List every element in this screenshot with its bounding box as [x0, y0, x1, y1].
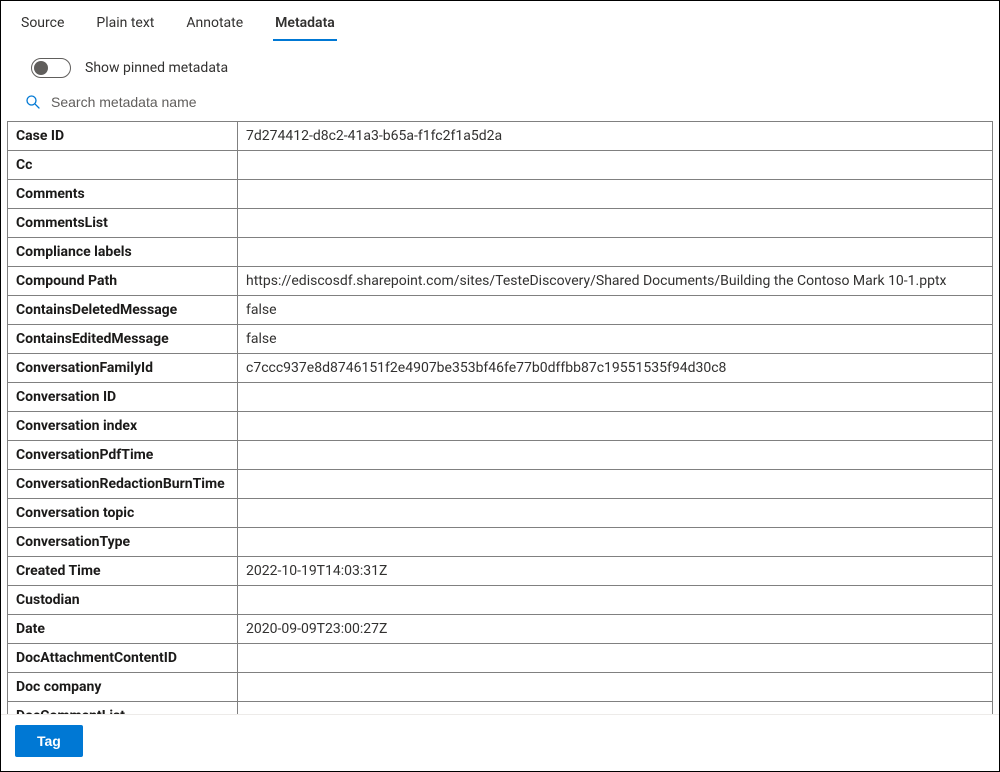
- table-row: Cc: [8, 151, 993, 180]
- metadata-key: Compliance labels: [8, 238, 238, 267]
- table-row: ConversationRedactionBurnTime: [8, 470, 993, 499]
- table-row: ContainsEditedMessagefalse: [8, 325, 993, 354]
- table-row: DocAttachmentContentID: [8, 644, 993, 673]
- metadata-key: Comments: [8, 180, 238, 209]
- metadata-value: 7d274412-d8c2-41a3-b65a-f1fc2f1a5d2a: [238, 122, 993, 151]
- metadata-key: Case ID: [8, 122, 238, 151]
- table-row: CommentsList: [8, 209, 993, 238]
- metadata-value: [238, 412, 993, 441]
- toggle-knob: [34, 61, 48, 75]
- pinned-toggle-row: Show pinned metadata: [1, 42, 999, 84]
- metadata-value: [238, 238, 993, 267]
- tab-source[interactable]: Source: [19, 9, 66, 41]
- tab-plain-text[interactable]: Plain text: [94, 9, 156, 41]
- metadata-key: ContainsDeletedMessage: [8, 296, 238, 325]
- metadata-key: Date: [8, 615, 238, 644]
- search-row: [1, 84, 999, 120]
- table-row: ConversationFamilyIdc7ccc937e8d8746151f2…: [8, 354, 993, 383]
- metadata-key: Conversation topic: [8, 499, 238, 528]
- metadata-value: 2022-10-19T14:03:31Z: [238, 557, 993, 586]
- metadata-value: [238, 470, 993, 499]
- table-row: ConversationType: [8, 528, 993, 557]
- metadata-value: [238, 499, 993, 528]
- metadata-value: [238, 702, 993, 715]
- metadata-value: [238, 209, 993, 238]
- metadata-value: [238, 673, 993, 702]
- metadata-value: [238, 586, 993, 615]
- table-row: Compound Pathhttps://ediscosdf.sharepoin…: [8, 267, 993, 296]
- table-row: ConversationPdfTime: [8, 441, 993, 470]
- metadata-value: c7ccc937e8d8746151f2e4907be353bf46fe77b0…: [238, 354, 993, 383]
- metadata-key: Created Time: [8, 557, 238, 586]
- table-row: Comments: [8, 180, 993, 209]
- metadata-key: ConversationType: [8, 528, 238, 557]
- metadata-value: [238, 383, 993, 412]
- metadata-key: Custodian: [8, 586, 238, 615]
- search-input[interactable]: [51, 90, 981, 114]
- table-row: Created Time2022-10-19T14:03:31Z: [8, 557, 993, 586]
- metadata-content: Case ID7d274412-d8c2-41a3-b65a-f1fc2f1a5…: [1, 120, 999, 714]
- metadata-value: https://ediscosdf.sharepoint.com/sites/T…: [238, 267, 993, 296]
- table-row: Conversation index: [8, 412, 993, 441]
- metadata-key: Conversation ID: [8, 383, 238, 412]
- metadata-value: false: [238, 325, 993, 354]
- metadata-value: [238, 528, 993, 557]
- metadata-value: [238, 644, 993, 673]
- metadata-value: false: [238, 296, 993, 325]
- table-row: Date2020-09-09T23:00:27Z: [8, 615, 993, 644]
- metadata-key: Cc: [8, 151, 238, 180]
- metadata-value: [238, 441, 993, 470]
- metadata-key: ContainsEditedMessage: [8, 325, 238, 354]
- metadata-value: 2020-09-09T23:00:27Z: [238, 615, 993, 644]
- table-row: Doc company: [8, 673, 993, 702]
- metadata-key: DocAttachmentContentID: [8, 644, 238, 673]
- metadata-table: Case ID7d274412-d8c2-41a3-b65a-f1fc2f1a5…: [7, 121, 993, 714]
- table-row: ContainsDeletedMessagefalse: [8, 296, 993, 325]
- metadata-key: ConversationRedactionBurnTime: [8, 470, 238, 499]
- tabs-bar: Source Plain text Annotate Metadata: [1, 1, 999, 42]
- tab-metadata[interactable]: Metadata: [273, 9, 337, 41]
- metadata-key: ConversationPdfTime: [8, 441, 238, 470]
- metadata-value: [238, 151, 993, 180]
- show-pinned-label: Show pinned metadata: [85, 60, 228, 76]
- table-row: Conversation ID: [8, 383, 993, 412]
- metadata-key: Conversation index: [8, 412, 238, 441]
- metadata-key: ConversationFamilyId: [8, 354, 238, 383]
- table-row: DocCommentList: [8, 702, 993, 715]
- metadata-key: Compound Path: [8, 267, 238, 296]
- metadata-key: Doc company: [8, 673, 238, 702]
- table-row: Compliance labels: [8, 238, 993, 267]
- metadata-key: DocCommentList: [8, 702, 238, 715]
- footer-bar: Tag: [1, 714, 999, 771]
- tag-button[interactable]: Tag: [15, 725, 83, 757]
- metadata-key: CommentsList: [8, 209, 238, 238]
- metadata-scroll[interactable]: Case ID7d274412-d8c2-41a3-b65a-f1fc2f1a5…: [7, 121, 993, 714]
- show-pinned-toggle[interactable]: [31, 58, 71, 78]
- table-row: Case ID7d274412-d8c2-41a3-b65a-f1fc2f1a5…: [8, 122, 993, 151]
- table-row: Conversation topic: [8, 499, 993, 528]
- metadata-value: [238, 180, 993, 209]
- search-icon: [25, 94, 41, 110]
- tab-annotate[interactable]: Annotate: [184, 9, 245, 41]
- table-row: Custodian: [8, 586, 993, 615]
